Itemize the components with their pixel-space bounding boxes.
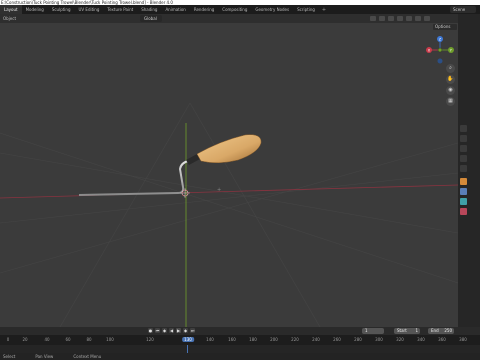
wireframe-shading-icon[interactable] [397,16,403,21]
tab-rendering[interactable]: Rendering [190,5,218,14]
tab-sculpting[interactable]: Sculpting [48,5,75,14]
timeline-ruler[interactable]: 0 20 40 60 80 100 120 130 140 160 180 20… [0,335,480,345]
svg-text:+: + [217,187,221,193]
visibility-icon[interactable] [370,16,376,21]
tick-label: 20 [22,337,28,342]
tab-layout[interactable]: Layout [0,5,22,14]
playback-controls: ● ⏮ ◆ ◀ ▶ ◆ ⏭ [148,328,195,333]
x-axis-line [0,184,458,199]
tick-label: 120 [146,337,154,342]
start-value: 1 [415,328,418,333]
trowel-handle [196,134,262,163]
tab-compositing[interactable]: Compositing [218,5,251,14]
tick-label: 0 [6,337,10,342]
rendered-shading-icon[interactable] [424,16,430,21]
scene-tab-icon[interactable] [460,165,467,172]
object-tab-icon[interactable] [460,178,467,185]
end-value: 250 [444,328,452,333]
tick-label: 320 [396,337,404,342]
tool-tab-icon[interactable] [460,125,467,132]
start-frame-field[interactable]: Start 1 [394,328,420,334]
tab-shading[interactable]: Shading [137,5,161,14]
tab-animation[interactable]: Animation [161,5,189,14]
tick-label: 340 [417,337,425,342]
tick-label: 160 [228,337,236,342]
overlay-icon[interactable] [379,16,385,21]
scene-selector[interactable]: Scene [450,6,476,13]
floor-grid [0,102,458,327]
modifier-tab-icon[interactable] [460,188,467,195]
tab-modeling[interactable]: Modeling [22,5,48,14]
render-tab-icon[interactable] [460,135,467,142]
material-shading-icon[interactable] [415,16,421,21]
3d-viewport[interactable]: + [0,23,458,327]
output-tab-icon[interactable] [460,145,467,152]
end-label: End [431,328,439,333]
tick-label: 180 [249,337,257,342]
current-frame-field[interactable]: 1 [362,328,384,334]
orientation-dropdown[interactable]: Global [140,15,162,22]
workspace-bar: Layout Modeling Sculpting UV Editing Tex… [0,5,480,14]
trowel-blade [78,160,189,196]
camera-view-icon[interactable]: ◉ [446,86,455,95]
tab-scripting[interactable]: Scripting [293,5,319,14]
tab-texture-paint[interactable]: Texture Paint [103,5,137,14]
viewport-header: Object Global [0,14,458,23]
timeline-body[interactable] [0,345,480,353]
tick-label: 300 [375,337,383,342]
timeline-header: ● ⏮ ◆ ◀ ▶ ◆ ⏭ 1 Start 1 End 250 [0,327,480,335]
tick-label: 200 [270,337,278,342]
prev-keyframe-icon[interactable]: ◆ [162,328,167,333]
status-bar: Select Pan View Context Menu [0,353,480,360]
object-menu[interactable]: Object [0,16,19,21]
tick-label: 360 [438,337,446,342]
tick-label: 280 [354,337,362,342]
tick-label: 220 [291,337,299,342]
xray-icon[interactable] [388,16,394,21]
view-layer-tab-icon[interactable] [460,155,467,162]
pan-hand-icon[interactable]: ✋ [446,75,455,84]
current-frame-tick[interactable]: 130 [182,337,194,342]
zoom-icon[interactable]: ⌕ [446,64,455,73]
jump-start-icon[interactable]: ⏮ [155,328,160,333]
add-workspace-button[interactable]: + [319,7,329,13]
tick-label: 380 [459,337,467,342]
play-reverse-icon[interactable]: ◀ [169,328,174,333]
tick-label: 140 [206,337,214,342]
tick-label: 60 [65,337,71,342]
options-dropdown[interactable]: Options [433,24,457,30]
tick-label: 260 [333,337,341,342]
tick-label: 100 [106,337,114,342]
playhead[interactable] [187,345,188,353]
next-keyframe-icon[interactable]: ◆ [183,328,188,333]
status-pan-view: Pan View [35,354,54,359]
tick-label: 240 [312,337,320,342]
play-icon[interactable]: ▶ [176,328,181,333]
jump-end-icon[interactable]: ⏭ [190,328,195,333]
solid-shading-icon[interactable] [406,16,412,21]
material-tab-icon[interactable] [460,208,467,215]
tab-geometry-nodes[interactable]: Geometry Nodes [251,5,293,14]
record-icon[interactable]: ● [148,328,153,333]
status-context-menu: Context Menu [73,354,102,359]
perspective-toggle-icon[interactable]: ▦ [446,97,455,106]
status-select: Select [3,354,16,359]
tab-uv-editing[interactable]: UV Editing [75,5,104,14]
end-frame-field[interactable]: End 250 [428,328,454,334]
tick-label: 80 [86,337,92,342]
physics-tab-icon[interactable] [460,198,467,205]
start-label: Start [397,328,407,333]
shading-controls [370,16,430,21]
tick-label: 40 [44,337,50,342]
